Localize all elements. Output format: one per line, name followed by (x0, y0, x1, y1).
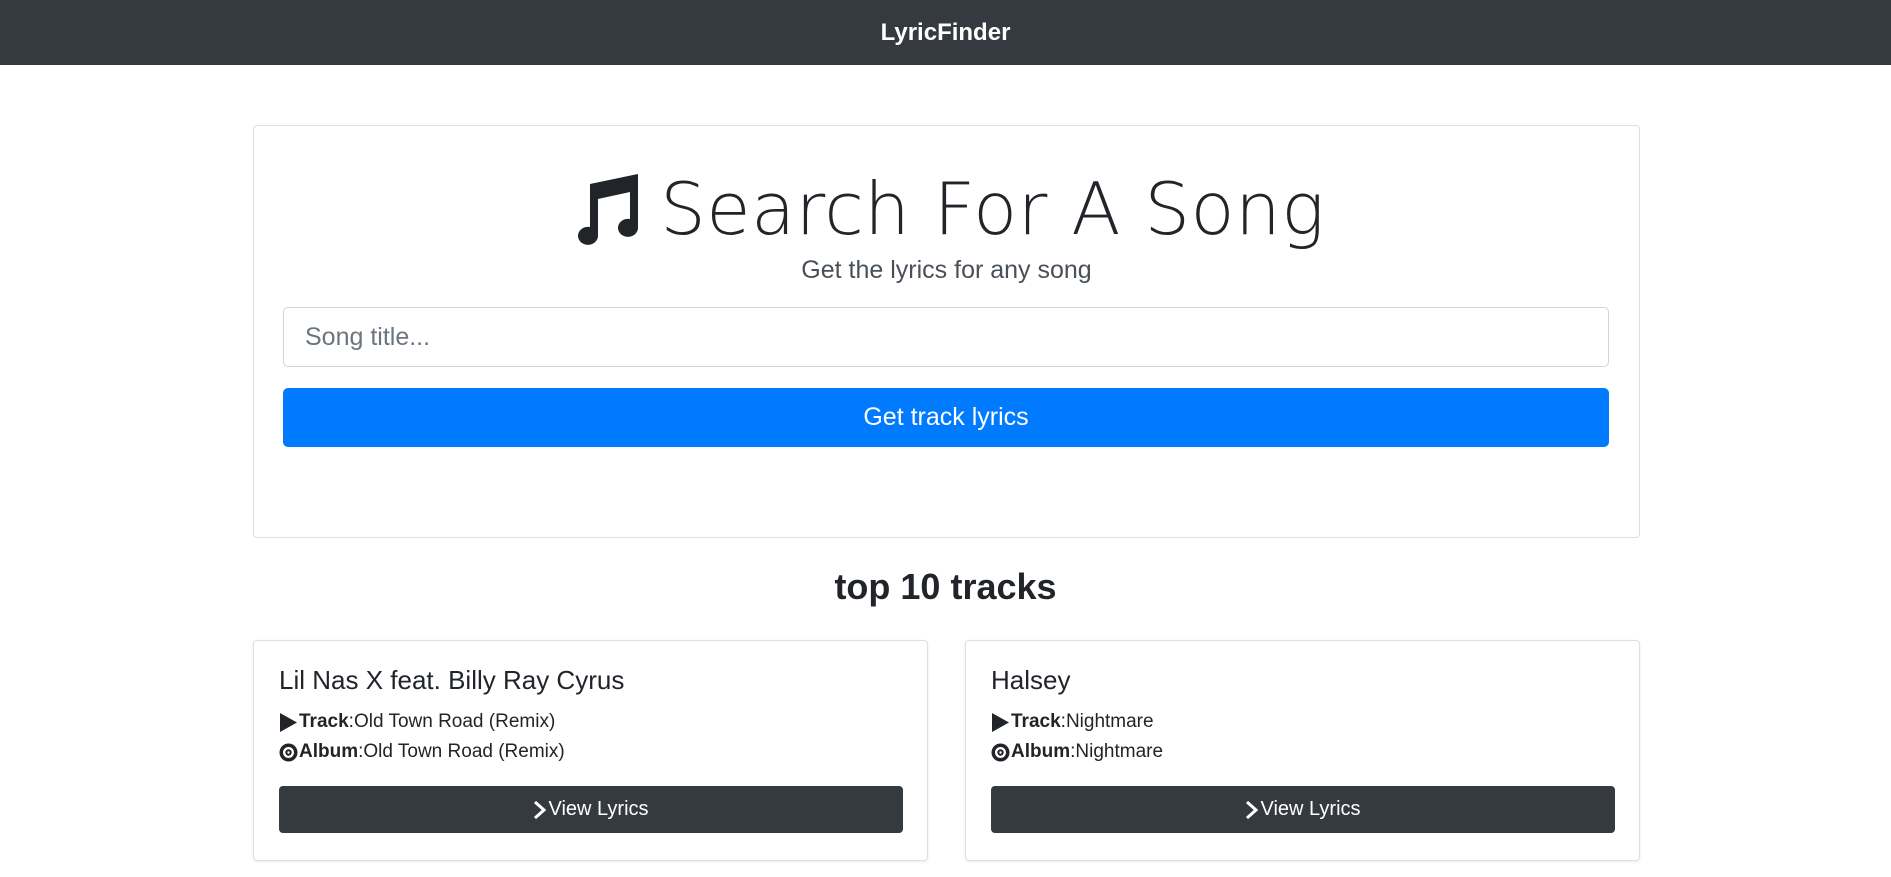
navbar: LyricFinder (0, 0, 1891, 65)
album-label: Album (1011, 741, 1071, 762)
artist-name: Halsey (991, 665, 1071, 695)
track-label: Track (299, 711, 349, 732)
album-line: Album: Old Town Road (Remix) (279, 741, 565, 763)
artist-name: Lil Nas X feat. Billy Ray Cyrus (279, 665, 625, 695)
track-line: Track: Nightmare (991, 711, 1154, 733)
album-name: Old Town Road (Remix) (363, 741, 565, 762)
view-lyrics-button[interactable]: View Lyrics (991, 786, 1615, 833)
play-icon (992, 712, 1009, 732)
view-lyrics-label: View Lyrics (1260, 798, 1361, 820)
album-name: Nightmare (1075, 741, 1164, 762)
page-title: Search For A Song (660, 167, 1325, 251)
track-card: Lil Nas X feat. Billy Ray Cyrus Track: Ol… (253, 640, 928, 861)
music-note-icon (578, 174, 639, 245)
page-subtitle: Get the lyrics for any song (801, 256, 1092, 284)
chevron-right-icon (534, 800, 547, 819)
compact-disc-icon (279, 743, 298, 761)
get-track-lyrics-button[interactable]: Get track lyrics (283, 388, 1609, 447)
track-name: Old Town Road (Remix) (353, 711, 556, 732)
chevron-right-icon (1246, 800, 1259, 819)
album-line: Album: Nightmare (991, 741, 1163, 763)
song-title-input[interactable] (283, 307, 1609, 367)
view-lyrics-label: View Lyrics (548, 798, 649, 820)
title-row: Search For A Song (254, 164, 1639, 254)
brand-link[interactable]: LyricFinder (881, 19, 1011, 47)
track-line: Track: Old Town Road (Remix) (279, 711, 555, 733)
track-name: Nightmare (1065, 711, 1154, 732)
search-card: Search For A Song Get the lyrics for any… (253, 125, 1640, 538)
album-label: Album (299, 741, 359, 762)
play-icon (280, 712, 297, 732)
top-tracks-heading: top 10 tracks (834, 566, 1057, 607)
track-card: Halsey Track: Nightmare Album: Nightmare V… (965, 640, 1640, 861)
track-label: Track (1011, 711, 1061, 732)
compact-disc-icon (991, 743, 1010, 761)
view-lyrics-button[interactable]: View Lyrics (279, 786, 903, 833)
